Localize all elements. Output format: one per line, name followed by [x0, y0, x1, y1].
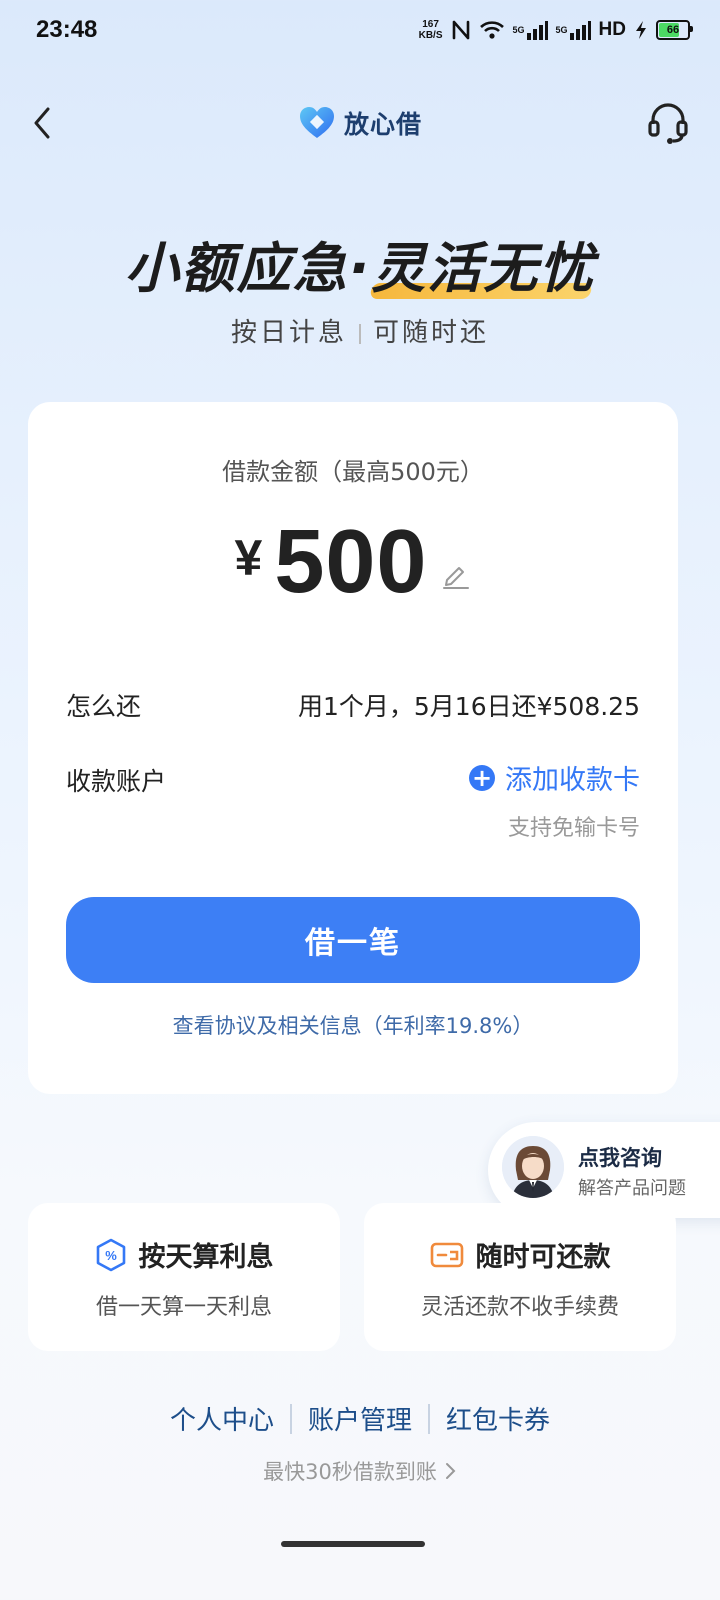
wifi-icon [479, 19, 505, 41]
wallet-icon [430, 1242, 463, 1267]
home-indicator[interactable] [281, 1541, 425, 1547]
feature-card-daily-interest: % 按天算利息 借一天算一天利息 [28, 1203, 340, 1351]
status-icons: 167 KB/S 5G 5G HD 66 [419, 14, 693, 46]
status-bar: 23:48 167 KB/S 5G 5G HD 66 [0, 0, 720, 60]
status-time: 23:48 [36, 16, 98, 43]
amount-row[interactable]: ¥ 500 [28, 512, 678, 612]
link-coupons[interactable]: 红包卡券 [430, 1400, 566, 1437]
link-personal-center[interactable]: 个人中心 [154, 1400, 290, 1437]
repay-plan[interactable]: 用1个月，5月16日还¥508.25 [298, 687, 640, 723]
net-speed-unit: KB/S [418, 30, 443, 41]
headset-icon [648, 103, 688, 144]
hero-subtitle: 按日计息 可随时还 [0, 312, 720, 349]
feature-title: 随时可还款 [475, 1242, 611, 1273]
brand-logo-icon [299, 107, 334, 138]
divider [359, 323, 361, 344]
signal-icon: 5G [556, 19, 591, 41]
account-label: 收款账户 [66, 767, 167, 796]
battery-level: 66 [666, 24, 680, 36]
hero-title: 小额应急·灵活无忧 [0, 224, 720, 303]
net-speed-value: 167 [422, 19, 439, 30]
hero-sub-left: 按日计息 [230, 318, 347, 348]
borrow-button[interactable]: 借一笔 [66, 897, 640, 983]
add-card-hint: 支持免输卡号 [507, 816, 640, 841]
loan-amount[interactable]: 500 [274, 511, 427, 614]
brand-name: 放心借 [343, 110, 422, 139]
bottom-links: 个人中心 账户管理 红包卡券 [0, 1400, 720, 1437]
consult-title: 点我咨询 [578, 1146, 662, 1170]
hd-label: HD [598, 19, 626, 40]
edit-pencil-icon[interactable] [441, 560, 471, 590]
plus-circle-icon: + [469, 764, 495, 791]
agreement-link[interactable]: 查看协议及相关信息（年利率19.8%） [28, 1010, 678, 1040]
chevron-right-icon [445, 1463, 456, 1479]
customer-service-button[interactable] [646, 100, 690, 146]
feature-title: 按天算利息 [138, 1242, 274, 1273]
link-account-management[interactable]: 账户管理 [292, 1400, 428, 1437]
nfc-icon [451, 19, 471, 41]
percent-shield-icon: % [96, 1238, 125, 1271]
signal-label: 5G [555, 25, 568, 35]
charging-icon [634, 20, 648, 40]
feature-desc: 灵活还款不收手续费 [420, 1295, 619, 1320]
battery-icon: 66 [656, 20, 693, 40]
feature-head: 随时可还款 [364, 1235, 676, 1274]
net-speed: 167 KB/S [419, 19, 443, 41]
hero-title-highlight: 灵活无忧 [371, 224, 595, 303]
feature-head: % 按天算利息 [28, 1235, 340, 1274]
brand: 放心借 [0, 100, 720, 146]
hero-sub-right: 可随时还 [373, 318, 490, 348]
signal-icon: 5G [513, 19, 548, 41]
loan-amount-label: 借款金额（最高500元） [222, 458, 484, 486]
add-card-label: 添加收款卡 [505, 765, 640, 796]
loan-card: 借款金额（最高500元） ¥ 500 怎么还 用1个月，5月16日还¥508.2… [28, 402, 678, 1094]
hero-title-part1: 小额应急· [124, 237, 372, 300]
svg-text:%: % [105, 1248, 117, 1263]
signal-label: 5G [512, 25, 525, 35]
feature-card-flexible-repay: 随时可还款 灵活还款不收手续费 [364, 1203, 676, 1351]
fast-arrival-text: 最快30秒借款到账 [263, 1460, 437, 1484]
add-card-button[interactable]: + 添加收款卡 [469, 758, 640, 797]
avatar [502, 1136, 564, 1198]
feature-desc: 借一天算一天利息 [95, 1295, 272, 1320]
repay-label: 怎么还 [66, 692, 142, 721]
consult-subtitle: 解答产品问题 [578, 1178, 686, 1199]
currency-symbol: ¥ [234, 530, 263, 586]
fast-arrival-note[interactable]: 最快30秒借款到账 [0, 1456, 720, 1486]
